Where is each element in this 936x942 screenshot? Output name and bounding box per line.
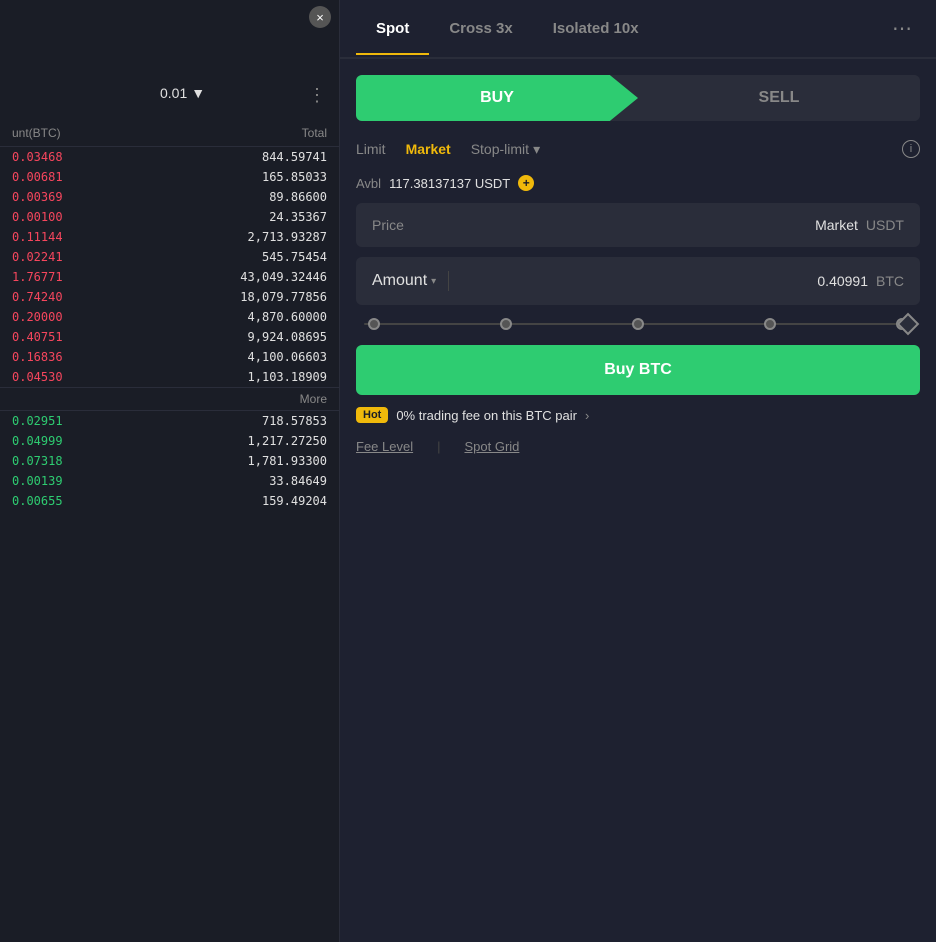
table-row: 0.00139 33.84649 bbox=[0, 471, 339, 491]
buy-button[interactable]: BUY bbox=[356, 75, 638, 121]
table-row: 0.00655 159.49204 bbox=[0, 491, 339, 511]
price-input-field[interactable]: Price Market USDT bbox=[356, 203, 920, 247]
sell-orders-list: 0.03468 844.59741 0.00681 165.85033 0.00… bbox=[0, 147, 339, 387]
spot-grid-link[interactable]: Spot Grid bbox=[464, 439, 519, 454]
sell-button[interactable]: SELL bbox=[638, 75, 920, 121]
table-row: 0.20000 4,870.60000 bbox=[0, 307, 339, 327]
available-balance: Avbl 117.38137137 USDT + bbox=[356, 175, 920, 191]
trade-form: BUY SELL Limit Market Stop-limit ▾ i Avb… bbox=[340, 59, 936, 942]
tab-stop-limit[interactable]: Stop-limit ▾ bbox=[471, 141, 540, 158]
tab-limit[interactable]: Limit bbox=[356, 137, 386, 161]
field-divider bbox=[448, 271, 449, 291]
stop-limit-label: Stop-limit bbox=[471, 141, 529, 157]
total-col-header: Total bbox=[302, 126, 327, 140]
stop-limit-chevron-icon: ▾ bbox=[533, 141, 540, 158]
table-row: 0.00369 89.86600 bbox=[0, 187, 339, 207]
hot-promotion: Hot 0% trading fee on this BTC pair › bbox=[356, 407, 920, 423]
tab-cross-3x[interactable]: Cross 3x bbox=[429, 4, 532, 55]
price-currency: USDT bbox=[866, 217, 904, 233]
slider-dots bbox=[368, 318, 908, 330]
hot-badge: Hot bbox=[356, 407, 388, 423]
amount-value: 0.40991 bbox=[817, 273, 868, 289]
slider-track bbox=[364, 323, 912, 325]
slider-dot-0 bbox=[368, 318, 380, 330]
table-row: 0.00100 24.35367 bbox=[0, 207, 339, 227]
table-row: 0.40751 9,924.08695 bbox=[0, 327, 339, 347]
table-row: 0.11144 2,713.93287 bbox=[0, 227, 339, 247]
tabs-more-button[interactable]: ⋯ bbox=[884, 0, 920, 57]
order-book-panel: × 0.01 ▼ ⋮ unt(BTC) Total 0.03468 844.59… bbox=[0, 0, 340, 942]
amount-label: Amount bbox=[372, 272, 427, 290]
avbl-label: Avbl bbox=[356, 176, 381, 191]
table-row: 0.02241 545.75454 bbox=[0, 247, 339, 267]
slider-thumb[interactable] bbox=[897, 313, 920, 336]
buy-btc-button[interactable]: Buy BTC bbox=[356, 345, 920, 395]
trading-panel: Spot Cross 3x Isolated 10x ⋯ BUY SELL Li… bbox=[340, 0, 936, 942]
buy-orders-list: 0.02951 718.57853 0.04999 1,217.27250 0.… bbox=[0, 411, 339, 511]
price-label: Price bbox=[372, 217, 404, 233]
table-row: 0.74240 18,079.77856 bbox=[0, 287, 339, 307]
avbl-value: 117.38137137 USDT bbox=[389, 176, 510, 191]
table-row: 0.04530 1,103.18909 bbox=[0, 367, 339, 387]
hot-arrow-icon: › bbox=[585, 408, 589, 423]
trading-mode-tabs: Spot Cross 3x Isolated 10x ⋯ bbox=[340, 0, 936, 59]
decimal-selector[interactable]: 0.01 ▼ bbox=[160, 85, 205, 101]
table-row: 0.03468 844.59741 bbox=[0, 147, 339, 167]
chevron-down-icon: ▼ bbox=[191, 85, 205, 101]
order-book-header: unt(BTC) Total bbox=[0, 120, 339, 147]
tab-spot[interactable]: Spot bbox=[356, 4, 429, 55]
hot-text: 0% trading fee on this BTC pair bbox=[396, 408, 577, 423]
table-row: 0.04999 1,217.27250 bbox=[0, 431, 339, 451]
tab-isolated-10x[interactable]: Isolated 10x bbox=[533, 4, 659, 55]
more-label: More bbox=[0, 387, 339, 411]
options-menu-button[interactable]: ⋮ bbox=[308, 85, 327, 106]
fee-level-link[interactable]: Fee Level bbox=[356, 439, 413, 454]
table-row: 1.76771 43,049.32446 bbox=[0, 267, 339, 287]
add-funds-button[interactable]: + bbox=[518, 175, 534, 191]
slider-dot-50 bbox=[632, 318, 644, 330]
tab-market[interactable]: Market bbox=[406, 137, 451, 161]
decimal-value: 0.01 bbox=[160, 85, 187, 101]
footer-separator: | bbox=[437, 439, 440, 454]
amount-col-header: unt(BTC) bbox=[12, 126, 61, 140]
info-icon[interactable]: i bbox=[902, 140, 920, 158]
footer-links: Fee Level | Spot Grid bbox=[356, 439, 920, 454]
amount-chevron-icon: ▾ bbox=[431, 276, 436, 287]
buy-sell-toggle: BUY SELL bbox=[356, 75, 920, 121]
price-value: Market bbox=[815, 217, 858, 233]
amount-slider[interactable] bbox=[356, 315, 920, 345]
amount-input-field[interactable]: Amount ▾ 0.40991 BTC bbox=[356, 257, 920, 305]
order-type-tabs: Limit Market Stop-limit ▾ i bbox=[356, 137, 920, 161]
table-row: 0.16836 4,100.06603 bbox=[0, 347, 339, 367]
table-row: 0.00681 165.85033 bbox=[0, 167, 339, 187]
slider-dot-75 bbox=[764, 318, 776, 330]
slider-dot-25 bbox=[500, 318, 512, 330]
table-row: 0.07318 1,781.93300 bbox=[0, 451, 339, 471]
table-row: 0.02951 718.57853 bbox=[0, 411, 339, 431]
amount-currency: BTC bbox=[876, 273, 904, 289]
amount-dropdown[interactable]: Amount ▾ bbox=[372, 272, 436, 290]
